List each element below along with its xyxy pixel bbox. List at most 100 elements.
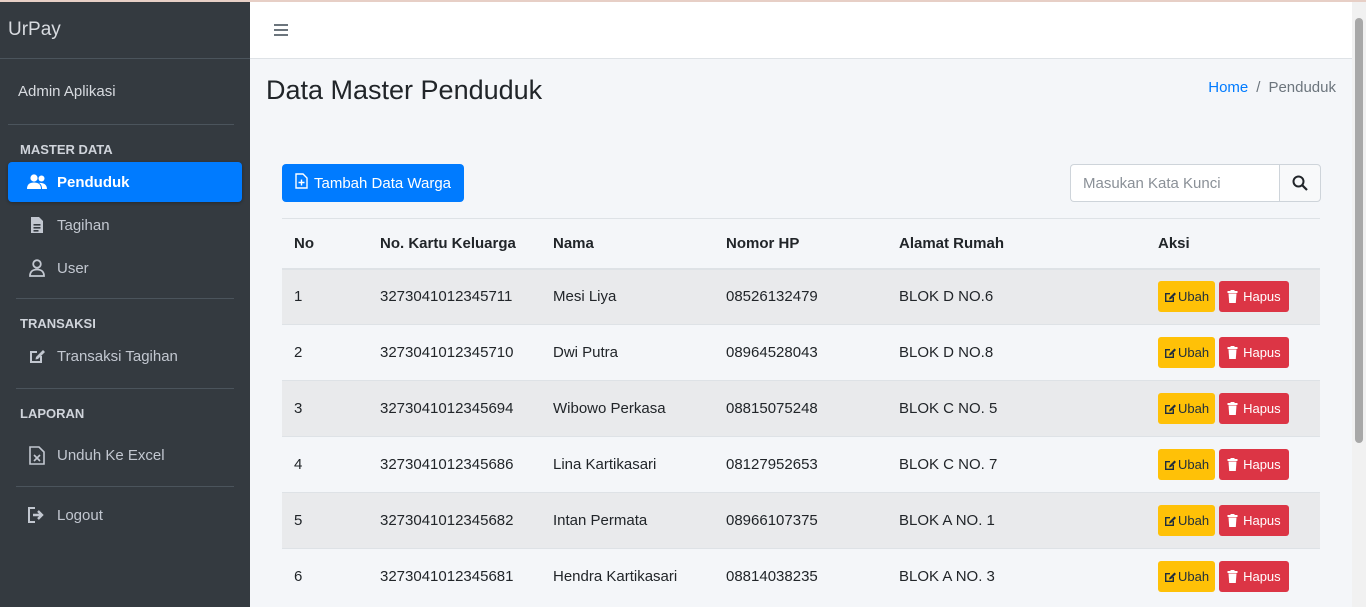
delete-label: Hapus [1243,401,1281,416]
sidebar: UrPay Admin Aplikasi MASTER DATA Pendudu… [0,2,250,607]
breadcrumb-home-link[interactable]: Home [1208,79,1248,96]
logout-label: Logout [57,506,103,524]
cell-hp: 08127952653 [714,436,887,493]
cell-kk: 3273041012345681 [368,548,541,605]
user-icon [26,258,48,278]
cell-nama: Dwi Putra [541,324,714,381]
trash-icon [1227,458,1238,471]
divider [16,486,234,487]
column-header-kk: No. Kartu Keluarga [368,218,541,270]
cell-nama: Wibowo Perkasa [541,380,714,437]
edit-button[interactable]: Ubah [1158,449,1216,480]
delete-button[interactable]: Hapus [1219,281,1289,313]
scrollbar-thumb[interactable] [1355,18,1363,443]
cell-hp: 08814038235 [714,548,887,605]
nav-header-transaksi: TRANSAKSI [20,316,96,331]
user-panel[interactable]: Admin Aplikasi [8,59,234,125]
sidebar-item-label: Transaksi Tagihan [57,347,178,365]
users-icon [26,172,48,192]
edit-label: Ubah [1178,289,1210,305]
cell-aksi: Ubah Hapus [1146,380,1320,437]
search-group [1070,164,1321,202]
table-header-row: No No. Kartu Keluarga Nama Nomor HP Alam… [282,218,1320,270]
file-invoice-icon [26,215,48,235]
nav-header-laporan: LAPORAN [20,406,85,421]
cell-nama: Intan Permata [541,492,714,549]
cell-aksi: Ubah Hapus [1146,492,1320,549]
delete-button[interactable]: Hapus [1219,561,1289,593]
cell-kk: 3273041012345686 [368,436,541,493]
table-row: 2 3273041012345710 Dwi Putra 08964528043 BLO… [282,324,1320,381]
breadcrumb-current: Penduduk [1268,79,1336,96]
cell-no: 3 [282,380,368,437]
edit-button[interactable]: Ubah [1158,505,1216,536]
delete-button[interactable]: Hapus [1219,393,1289,424]
sidebar-item-unduh-excel[interactable]: Unduh Ke Excel [8,435,242,475]
breadcrumb-separator: / [1256,79,1261,96]
cell-nama: Lina Kartikasari [541,436,714,493]
delete-label: Hapus [1243,513,1281,528]
cell-hp: 08964528043 [714,324,887,381]
menu-toggle-icon[interactable] [274,24,288,36]
cell-aksi: Ubah Hapus [1146,548,1320,605]
delete-button[interactable]: Hapus [1219,505,1289,536]
cell-no: 6 [282,548,368,605]
sign-out-icon [26,505,48,525]
add-resident-label: Tambah Data Warga [314,174,452,192]
nav-header-master-data: MASTER DATA [20,142,113,157]
page-scrollbar[interactable] [1352,2,1366,607]
edit-label: Ubah [1178,401,1210,416]
residents-table: No No. Kartu Keluarga Nama Nomor HP Alam… [282,218,1320,605]
edit-button[interactable]: Ubah [1158,393,1216,424]
cell-aksi: Ubah Hapus [1146,268,1320,325]
sidebar-item-user[interactable]: User [8,248,242,288]
edit-icon [1165,292,1176,303]
edit-button[interactable]: Ubah [1158,281,1216,313]
search-button[interactable] [1279,164,1321,202]
brand-text: UrPay [8,19,61,40]
edit-icon [1165,460,1176,470]
table-row: 1 3273041012345711 Mesi Liya 08526132479 BLO… [282,268,1320,325]
column-header-aksi: Aksi [1146,218,1320,270]
edit-button[interactable]: Ubah [1158,561,1216,593]
delete-label: Hapus [1243,569,1281,585]
cell-alamat: BLOK A NO. 1 [887,492,1146,549]
sidebar-item-label: User [57,259,89,277]
cell-kk: 3273041012345711 [368,268,541,325]
cell-alamat: BLOK D NO.8 [887,324,1146,381]
delete-button[interactable]: Hapus [1219,449,1289,480]
trash-icon [1227,346,1238,359]
brand-link[interactable]: UrPay [0,2,250,59]
edit-icon [1165,348,1176,358]
sidebar-item-label: Tagihan [57,216,110,234]
search-input[interactable] [1070,164,1279,202]
delete-label: Hapus [1243,457,1281,472]
logout-button[interactable]: Logout [8,495,242,535]
cell-hp: 08815075248 [714,380,887,437]
trash-icon [1227,570,1238,584]
sidebar-item-transaksi-tagihan[interactable]: Transaksi Tagihan [8,336,242,376]
cell-kk: 3273041012345682 [368,492,541,549]
sidebar-item-penduduk[interactable]: Penduduk [8,162,242,202]
cell-no: 2 [282,324,368,381]
add-resident-button[interactable]: Tambah Data Warga [282,164,465,202]
top-border [0,0,1366,2]
delete-label: Hapus [1243,289,1281,305]
cell-no: 1 [282,268,368,325]
delete-button[interactable]: Hapus [1219,337,1289,368]
file-plus-icon [295,173,308,193]
page-title: Data Master Penduduk [266,75,543,105]
table-row: 6 3273041012345681 Hendra Kartikasari 08814… [282,548,1320,605]
trash-icon [1227,290,1238,304]
cell-aksi: Ubah Hapus [1146,436,1320,493]
edit-icon [1165,516,1176,526]
cell-alamat: BLOK C NO. 7 [887,436,1146,493]
edit-label: Ubah [1178,345,1210,360]
sidebar-item-tagihan[interactable]: Tagihan [8,205,242,245]
edit-icon [1165,404,1176,414]
sidebar-item-label: Penduduk [57,173,130,191]
main-content: Data Master Penduduk Home / Penduduk Tam… [250,59,1352,607]
edit-button[interactable]: Ubah [1158,337,1216,368]
edit-icon [26,346,48,366]
cell-nama: Hendra Kartikasari [541,548,714,605]
